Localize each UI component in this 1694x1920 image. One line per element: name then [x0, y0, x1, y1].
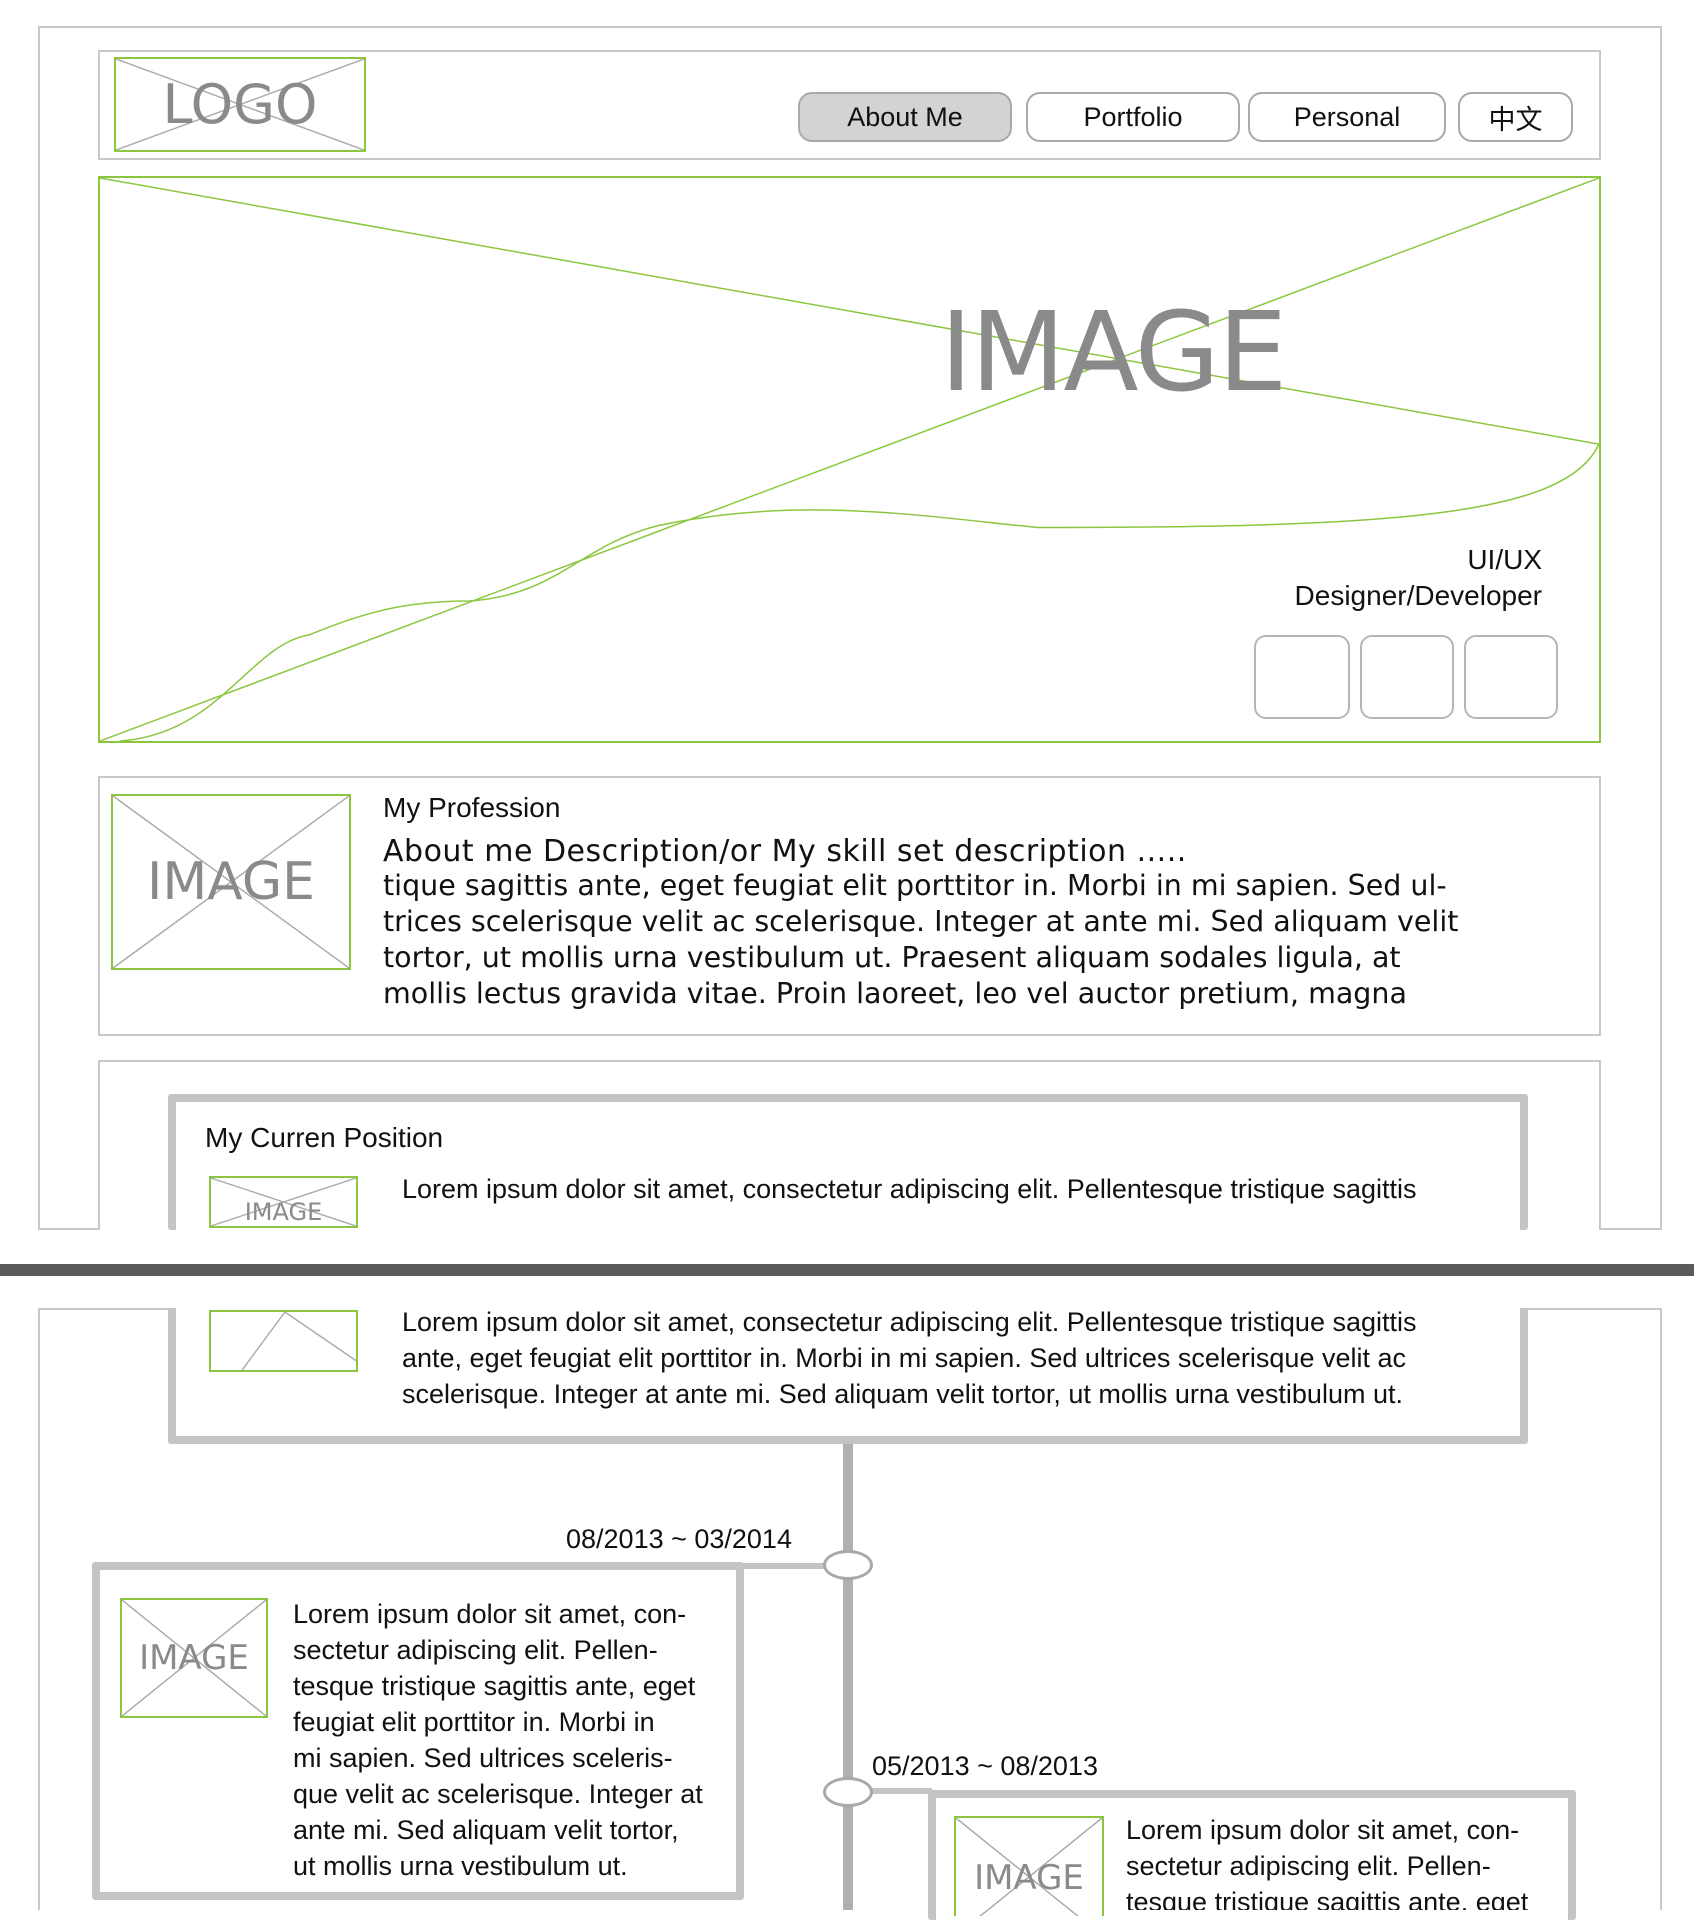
timeline-line: Lorem ipsum dolor sit amet, con-: [1126, 1815, 1520, 1845]
social-link-3[interactable]: [1464, 635, 1558, 719]
position-body: Lorem ipsum dolor sit amet, consectetur …: [402, 1304, 1522, 1412]
position-line-top: Lorem ipsum dolor sit amet, consectetur …: [402, 1174, 1417, 1204]
profession-line: tique sagittis ante, eget feugiat elit p…: [383, 869, 1447, 902]
timeline-image-1: IMAGE: [120, 1598, 268, 1718]
social-link-1[interactable]: [1254, 635, 1350, 719]
role-line-1: UI/UX: [1467, 544, 1542, 575]
profession-title: My Profession: [383, 792, 561, 823]
timeline-image-2-label: IMAGE: [974, 1858, 1084, 1898]
nav-about-me-label: About Me: [847, 101, 963, 132]
timeline-line: ante mi. Sed aliquam velit tortor,: [293, 1815, 679, 1845]
timeline-line: sectetur adipiscing elit. Pellen-: [293, 1635, 658, 1665]
nav-personal[interactable]: Personal: [1248, 92, 1446, 142]
timeline-date-1: 08/2013 ~ 03/2014: [566, 1524, 792, 1554]
position-line: Lorem ipsum dolor sit amet, consectetur …: [402, 1307, 1417, 1337]
nav-personal-label: Personal: [1293, 101, 1401, 132]
nav-portfolio-label: Portfolio: [1083, 101, 1183, 132]
sheet-divider: [0, 1264, 1694, 1276]
timeline-line: ut mollis urna vestibulum ut.: [293, 1851, 628, 1881]
timeline-line: tesque tristique sagittis ante, eget: [293, 1671, 696, 1701]
profession-line: tortor, ut mollis urna vestibulum ut. Pr…: [383, 941, 1401, 974]
position-line-top-wrap: Lorem ipsum dolor sit amet, consectetur …: [402, 1172, 1522, 1212]
position-image-continued: [209, 1310, 358, 1372]
role-line-2: Designer/Developer: [1294, 580, 1542, 611]
logo[interactable]: LOGO: [114, 57, 366, 152]
timeline-node-1[interactable]: [823, 1550, 873, 1580]
profession-line: mollis lectus gravida vitae. Proin laore…: [383, 977, 1407, 1010]
timeline-node-2[interactable]: [823, 1777, 873, 1807]
position-image: IMAGE: [209, 1176, 358, 1228]
nav-about-me[interactable]: About Me: [798, 92, 1012, 142]
position-title: My Curren Position: [205, 1122, 444, 1153]
timeline-line: sectetur adipiscing elit. Pellen-: [1126, 1851, 1491, 1881]
timeline-image-1-label: IMAGE: [139, 1638, 249, 1678]
timeline-body-1: Lorem ipsum dolor sit amet, con- sectetu…: [293, 1596, 733, 1884]
timeline-date-2: 05/2013 ~ 08/2013: [872, 1751, 1098, 1781]
timeline-line: que velit ac scelerisque. Integer at: [293, 1779, 703, 1809]
profession-image-label: IMAGE: [146, 852, 315, 912]
nav-portfolio[interactable]: Portfolio: [1026, 92, 1240, 142]
position-image-label: IMAGE: [244, 1198, 323, 1226]
profession-line: trices scelerisque velit ac scelerisque.…: [383, 905, 1459, 938]
timeline-axis: [843, 1444, 853, 1910]
position-line: ante, eget feugiat elit porttitor in. Mo…: [402, 1343, 1406, 1373]
timeline-line: tesque tristique sagittis ante, eget: [1126, 1887, 1529, 1910]
nav-chinese-label: 中文: [1488, 104, 1543, 135]
timeline-line: Lorem ipsum dolor sit amet, con-: [293, 1599, 687, 1629]
profession-description: About me Description/or My skill set des…: [383, 834, 1187, 869]
nav-chinese[interactable]: 中文: [1458, 92, 1573, 142]
profession-image: IMAGE: [111, 794, 351, 970]
timeline-image-2: IMAGE: [954, 1816, 1104, 1916]
profession-body: tique sagittis ante, eget feugiat elit p…: [383, 868, 1613, 1014]
hero-image-label: IMAGE: [940, 288, 1287, 416]
timeline-body-2: Lorem ipsum dolor sit amet, con- sectetu…: [1126, 1812, 1576, 1910]
social-link-2[interactable]: [1360, 635, 1454, 719]
timeline-line: mi sapien. Sed ultrices sceleris-: [293, 1743, 673, 1773]
timeline-line: feugiat elit porttitor in. Morbi in: [293, 1707, 655, 1737]
logo-text: LOGO: [162, 73, 318, 136]
position-line: scelerisque. Integer at ante mi. Sed ali…: [402, 1379, 1403, 1409]
timeline-connector-2: [872, 1788, 932, 1794]
